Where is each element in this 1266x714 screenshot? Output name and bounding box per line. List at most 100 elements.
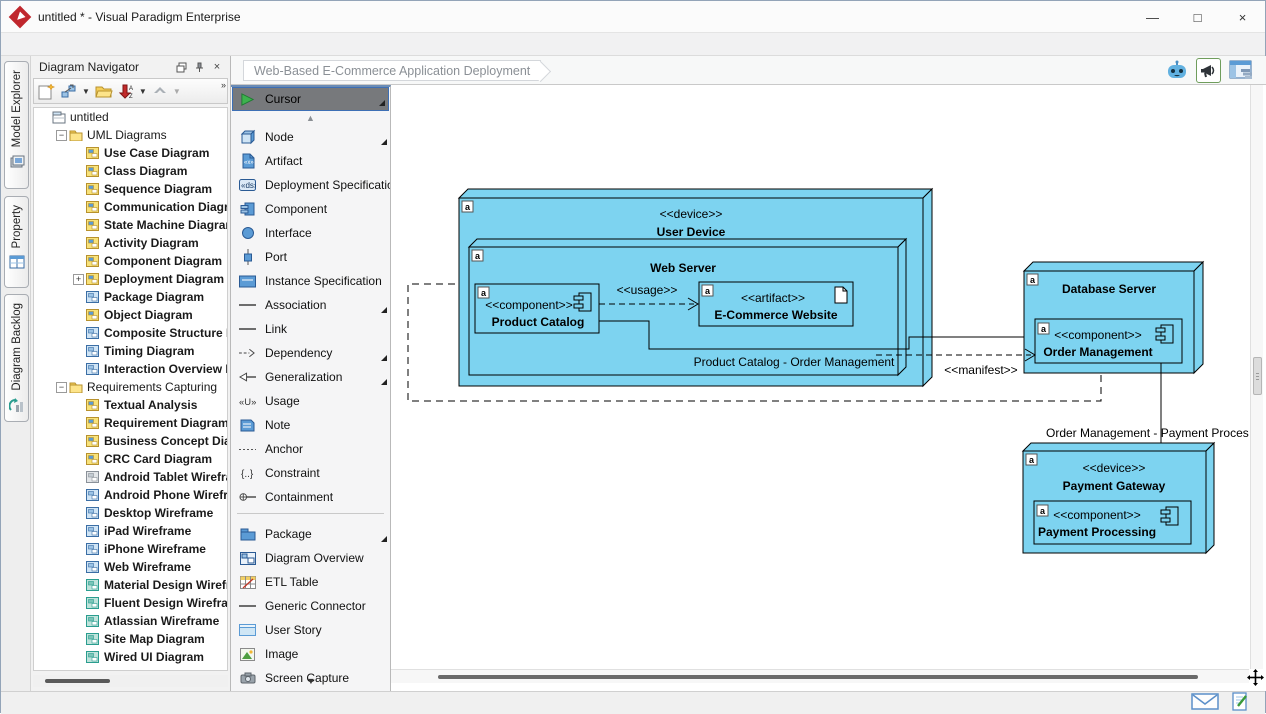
tree-item-requirement-diagram[interactable]: Requirement Diagram [34, 414, 227, 432]
tree-item-activity-diagram[interactable]: Activity Diagram [34, 234, 227, 252]
tree-item-object-diagram[interactable]: Object Diagram [34, 306, 227, 324]
tree-expander-icon[interactable]: − [56, 382, 67, 393]
tree-item-requirements-capturing[interactable]: − Requirements Capturing [34, 378, 227, 396]
tree-item-use-case-diagram[interactable]: Use Case Diagram [34, 144, 227, 162]
tree-item-untitled[interactable]: untitled [34, 108, 227, 126]
component-product-catalog[interactable]: a <<component>> Product Catalog [475, 284, 599, 333]
palette-item-cursor[interactable]: Cursor [233, 88, 388, 110]
palette-item-deployment-specification[interactable]: «ds» Deployment Specification [231, 173, 390, 197]
palette-item-package[interactable]: Package [231, 522, 390, 546]
float-panel-icon[interactable] [172, 59, 190, 75]
tree-item-textual-analysis[interactable]: Textual Analysis [34, 396, 227, 414]
tree-item-ipad-wireframe[interactable]: iPad Wireframe [34, 522, 227, 540]
component-payment-processing[interactable]: a <<component>> Payment Processing [1034, 501, 1191, 544]
tree-expander-icon[interactable]: + [73, 274, 84, 285]
tree-item-site-map-diagram[interactable]: Site Map Diagram [34, 630, 227, 648]
sort-caret-icon[interactable]: ▼ [137, 87, 149, 96]
palette-item-containment[interactable]: Containment [231, 485, 390, 509]
tree-horizontal-scrollbar[interactable] [33, 675, 228, 687]
palette-scroll-up[interactable]: ▲ [231, 110, 390, 125]
palette-item-artifact[interactable]: «x» Artifact [231, 149, 390, 173]
tree-item-wired-ui-diagram[interactable]: Wired UI Diagram [34, 648, 227, 666]
tree-item-deployment-diagram[interactable]: + Deployment Diagram [34, 270, 227, 288]
palette-item-generic-connector[interactable]: Generic Connector [231, 594, 390, 618]
horizontal-scroll-thumb[interactable] [438, 675, 1198, 679]
tree-item-business-concept-diagram[interactable]: Business Concept Diagram [34, 432, 227, 450]
canvas-horizontal-scrollbar[interactable] [391, 669, 1249, 683]
new-diagram-icon[interactable] [36, 81, 57, 101]
group-by-icon[interactable] [58, 81, 79, 101]
go-up-caret-icon[interactable]: ▼ [171, 87, 183, 96]
canvas-vertical-scrollbar[interactable] [1250, 85, 1263, 669]
panel-layout-icon[interactable] [1228, 58, 1253, 83]
group-by-caret-icon[interactable]: ▼ [80, 87, 92, 96]
go-up-icon[interactable] [150, 81, 170, 101]
tree-expander-icon[interactable]: − [56, 130, 67, 141]
tab-property-label: Property [11, 205, 23, 248]
open-folder-icon[interactable] [93, 81, 115, 101]
tree-item-desktop-wireframe[interactable]: Desktop Wireframe [34, 504, 227, 522]
tree-item-uml-diagrams[interactable]: − UML Diagrams [34, 126, 227, 144]
palette-item-anchor[interactable]: Anchor [231, 437, 390, 461]
pan-mode-icon[interactable] [1247, 669, 1266, 689]
message-icon[interactable] [1191, 693, 1219, 713]
palette-item-diagram-overview[interactable]: Diagram Overview [231, 546, 390, 570]
tab-property[interactable]: Property [4, 196, 29, 288]
toolbar-overflow-icon[interactable]: » [221, 80, 226, 90]
tree-item-sequence-diagram[interactable]: Sequence Diagram [34, 180, 227, 198]
palette-item-node[interactable]: Node [231, 125, 390, 149]
vertical-scroll-thumb[interactable] [1253, 357, 1262, 395]
palette-item-association[interactable]: Association [231, 293, 390, 317]
maximize-button[interactable]: □ [1175, 1, 1220, 33]
package-diagram-icon [86, 291, 100, 304]
tree-item-package-diagram[interactable]: Package Diagram [34, 288, 227, 306]
palette-item-dependency[interactable]: Dependency [231, 341, 390, 365]
tree-item-class-diagram[interactable]: Class Diagram [34, 162, 227, 180]
palette-item-image[interactable]: Image [231, 642, 390, 666]
palette-item-component[interactable]: Component [231, 197, 390, 221]
tree-item-material-design-wireframe[interactable]: Material Design Wireframe [34, 576, 227, 594]
tab-model-explorer[interactable]: Model Explorer [4, 61, 29, 189]
tree-item-crc-card-diagram[interactable]: CRC Card Diagram [34, 450, 227, 468]
palette-item-usage[interactable]: «U» Usage [231, 389, 390, 413]
tree-item-composite-structure-diagram[interactable]: Composite Structure Diagram [34, 324, 227, 342]
breadcrumb[interactable]: Web-Based E-Commerce Application Deploym… [243, 60, 541, 81]
tree-item-android-phone-wireframe[interactable]: Android Phone Wireframe [34, 486, 227, 504]
component-order-management[interactable]: a <<component>> Order Management [1035, 319, 1182, 363]
tree-item-communication-diagram[interactable]: Communication Diagram [34, 198, 227, 216]
close-button[interactable]: × [1220, 1, 1265, 33]
tree-item-iphone-wireframe[interactable]: iPhone Wireframe [34, 540, 227, 558]
tree-item-web-wireframe[interactable]: Web Wireframe [34, 558, 227, 576]
tree-item-timing-diagram[interactable]: Timing Diagram [34, 342, 227, 360]
palette-item-user-story[interactable]: User Story [231, 618, 390, 642]
palette-item-instance-specification[interactable]: Instance Specification [231, 269, 390, 293]
artifact-ecommerce-website[interactable]: a <<artifact>> E-Commerce Website [699, 282, 853, 326]
palette-scroll-down[interactable]: ▼ [231, 673, 391, 688]
tree-item-state-machine-diagram[interactable]: State Machine Diagram [34, 216, 227, 234]
composite-structure-diagram-icon [86, 327, 100, 340]
requirements-capturing-icon [69, 381, 83, 394]
sort-icon[interactable]: AZ [116, 81, 136, 101]
close-panel-icon[interactable]: × [208, 59, 226, 75]
tree-item-interaction-overview-diagram[interactable]: Interaction Overview Diagram [34, 360, 227, 378]
tab-diagram-backlog[interactable]: Diagram Backlog [4, 294, 29, 422]
tree-item-android-tablet-wireframe[interactable]: Android Tablet Wireframe [34, 468, 227, 486]
palette-item-note[interactable]: Note [231, 413, 390, 437]
palette-item-link[interactable]: Link [231, 317, 390, 341]
palette-item-interface[interactable]: Interface [231, 221, 390, 245]
palette-item-port[interactable]: Port [231, 245, 390, 269]
palette-item-etl-table[interactable]: ETL Table [231, 570, 390, 594]
palette-item-generalization[interactable]: Generalization [231, 365, 390, 389]
pin-panel-icon[interactable] [190, 59, 208, 75]
palette-item-constraint[interactable]: {..} Constraint [231, 461, 390, 485]
tree-item-fluent-design-wireframe[interactable]: Fluent Design Wireframe [34, 594, 227, 612]
breadcrumb-bar: Web-Based E-Commerce Application Deploym… [231, 56, 1266, 85]
release-note-icon[interactable] [1231, 692, 1249, 714]
announcement-icon[interactable] [1196, 58, 1221, 83]
association-icon [239, 297, 256, 314]
tree-item-component-diagram[interactable]: Component Diagram [34, 252, 227, 270]
diagram-canvas[interactable]: a <<device>> User Device a Web Server a … [391, 85, 1266, 691]
minimize-button[interactable]: — [1130, 1, 1175, 33]
ai-assistant-icon[interactable] [1164, 58, 1189, 83]
tree-item-atlassian-wireframe[interactable]: Atlassian Wireframe [34, 612, 227, 630]
